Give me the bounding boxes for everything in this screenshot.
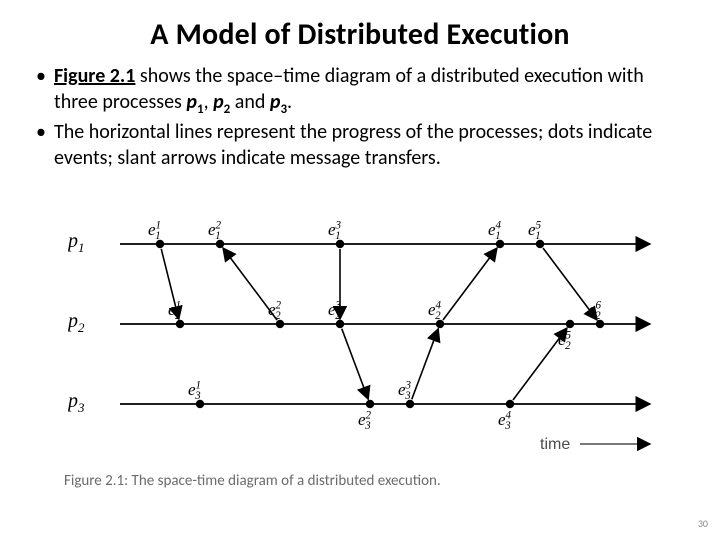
event-label: e22 xyxy=(268,300,298,320)
event-label: e43 xyxy=(498,410,528,430)
page-title: A Model of Distributed Execution xyxy=(28,16,692,53)
process-label: p1 xyxy=(68,230,108,253)
event-label: e23 xyxy=(358,410,388,430)
event-label: e51 xyxy=(528,220,558,240)
slide: A Model of Distributed Execution Figure … xyxy=(0,0,720,540)
event-label: e21 xyxy=(208,220,238,240)
figure-caption: Figure 2.1: The space-time diagram of a … xyxy=(64,472,441,490)
page-number: 30 xyxy=(698,517,708,530)
event-label: e41 xyxy=(488,220,518,240)
process-label: p3 xyxy=(68,390,108,413)
event-label: e32 xyxy=(328,300,358,320)
event-label: e31 xyxy=(328,220,358,240)
process-label: p2 xyxy=(68,310,108,333)
bullets: Figure 2.1 shows the space–time diagram … xyxy=(36,63,692,171)
event-label: e12 xyxy=(168,300,198,320)
event-label: e62 xyxy=(588,300,618,320)
event-label: e13 xyxy=(188,380,218,400)
svg-text:time: time xyxy=(540,436,570,453)
figure-ref: Figure 2.1 xyxy=(54,64,135,88)
bullet-1: Figure 2.1 shows the space–time diagram … xyxy=(36,63,692,115)
bullet-2: The horizontal lines represent the progr… xyxy=(36,119,692,171)
event-label: e11 xyxy=(148,220,178,240)
event-label: e42 xyxy=(428,300,458,320)
space-time-diagram: p1p2p3e11e21e31e41e51e12e22e32e42e52e62e… xyxy=(60,204,680,474)
